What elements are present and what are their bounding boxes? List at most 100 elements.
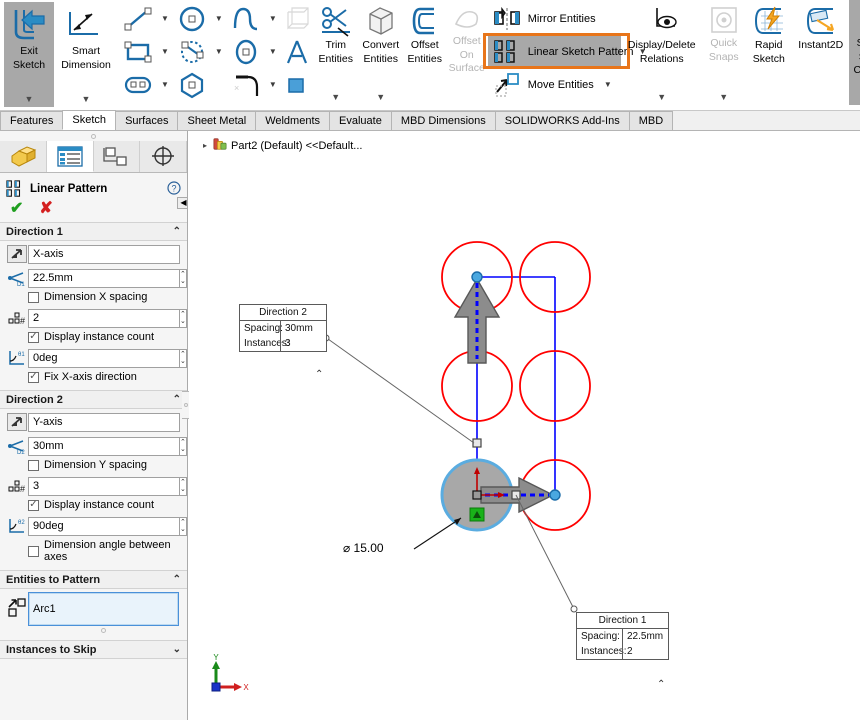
graphics-area[interactable]: ▸ Part2 (Default) <<Default... Y X ⌀ 15.… (189, 131, 860, 720)
entities-to-pattern-section-header[interactable]: Entities to Pattern ⌃ (0, 570, 187, 589)
direction1-spacing-input[interactable] (28, 268, 180, 288)
polygon-tool[interactable] (174, 70, 210, 100)
convert-entities-dropdown-caret[interactable]: ▼ (358, 92, 404, 102)
move-entities-button[interactable]: Move Entities ▼ (488, 68, 621, 101)
direction1-instances-stepper[interactable]: ⌃ ⌄ (180, 308, 187, 328)
ellipse-tool[interactable] (228, 37, 264, 67)
instant2d-button[interactable]: Instant2D (793, 0, 849, 105)
configuration-manager-tab[interactable] (94, 141, 141, 172)
smart-dimension-button[interactable]: Smart Dimension ▼ (54, 2, 118, 107)
direction1-dimension-spacing-row[interactable]: Dimension X spacing (0, 289, 187, 305)
pattern-top-endpoint-handle[interactable] (471, 271, 483, 283)
direction1-callout[interactable]: Direction 1 Spacing: 22.5mm Instances: 2 (576, 612, 669, 660)
direction1-angle-stepper[interactable]: ⌃ ⌄ (180, 348, 187, 368)
direction2-callout-chevron-icon[interactable]: ⌃ (315, 369, 323, 380)
shaded-sketch-contours-button[interactable]: Shaded Sketch Contours (848, 0, 860, 105)
cancel-button[interactable]: ✘ (39, 201, 52, 217)
line-tool[interactable] (120, 4, 156, 34)
direction2-instances-input[interactable] (28, 476, 180, 496)
entities-to-pattern-collapse-chevron-icon[interactable]: ⌃ (173, 574, 181, 585)
tab-solidworks-add-ins[interactable]: SOLIDWORKS Add-Ins (494, 111, 630, 130)
offset-entities-button[interactable]: Offset Entities (404, 0, 446, 105)
accept-button[interactable]: ✔ (10, 201, 23, 217)
direction2-angle-stepper[interactable]: ⌃ ⌄ (180, 516, 187, 536)
direction2-spacing-input[interactable] (28, 436, 180, 456)
tab-weldments[interactable]: Weldments (255, 111, 331, 130)
direction1-collapse-chevron-icon[interactable]: ⌃ (173, 226, 181, 237)
text-tool[interactable] (282, 37, 312, 67)
sketch-canvas[interactable]: Y X (189, 131, 860, 720)
slot-tool[interactable] (120, 70, 156, 100)
fillet-tool[interactable]: × (228, 70, 264, 100)
direction2-instances-stepper[interactable]: ⌃ ⌄ (180, 476, 187, 496)
direction1-callout-spacing-value[interactable]: 22.5mm (622, 629, 674, 644)
direction1-reverse-direction-button[interactable] (6, 244, 28, 264)
circle-tool-caret-icon[interactable]: ▼ (210, 14, 228, 23)
fillet-tool-caret-icon[interactable]: ▼ (264, 80, 282, 89)
ellipse-tool-caret-icon[interactable]: ▼ (264, 47, 282, 56)
help-icon[interactable]: ? (167, 180, 181, 198)
direction1-section-header[interactable]: Direction 1 ⌃ (0, 222, 187, 241)
grid-tool[interactable] (282, 4, 312, 34)
direction2-callout[interactable]: Direction 2 Spacing: 30mm Instances: 3 (239, 304, 327, 352)
direction1-callout-instances-value[interactable]: 2 (622, 644, 674, 659)
circle-tool[interactable] (174, 4, 210, 34)
direction1-axis-input[interactable] (28, 244, 180, 264)
arc-tool-caret-icon[interactable]: ▼ (210, 47, 228, 56)
panel-top-grip[interactable] (0, 131, 187, 141)
direction2-section-header[interactable]: Direction 2 ⌃ (0, 390, 187, 409)
instances-to-skip-expand-chevron-icon[interactable]: ⌄ (173, 644, 181, 655)
pm-nav-prev-button[interactable]: ◀ (177, 197, 187, 209)
direction2-dimension-spacing-checkbox[interactable] (28, 459, 39, 471)
instances-to-skip-section-header[interactable]: Instances to Skip ⌄ (0, 640, 187, 659)
tab-sheet-metal[interactable]: Sheet Metal (177, 111, 257, 130)
convert-entities-button[interactable]: Convert Entities ▼ (358, 0, 404, 105)
feature-manager-tab[interactable] (0, 141, 47, 172)
direction2-dimension-angle-checkbox[interactable] (28, 545, 39, 557)
rectangle-tool[interactable] (120, 37, 156, 67)
spline-tool[interactable] (228, 4, 264, 34)
direction2-dimension-angle-row[interactable]: Dimension angle between axes (0, 537, 187, 565)
display-delete-relations-dropdown-caret[interactable]: ▼ (621, 92, 703, 102)
line-tool-caret-icon[interactable]: ▼ (156, 14, 174, 23)
tab-mbd-dimensions[interactable]: MBD Dimensions (390, 111, 496, 130)
offset-on-surface-button[interactable]: Offset On Surface (446, 0, 488, 105)
linear-sketch-pattern-button[interactable]: Linear Sketch Pattern ▼ (487, 35, 646, 68)
direction1-display-instance-count-checkbox[interactable] (28, 331, 39, 343)
quick-snaps-dropdown-caret[interactable]: ▼ (703, 92, 745, 102)
direction1-fix-axis-row[interactable]: Fix X-axis direction (0, 369, 187, 385)
diameter-dimension-label[interactable]: ⌀ 15.00 (343, 541, 384, 555)
direction1-display-count-row[interactable]: Display instance count (0, 329, 187, 345)
direction2-reverse-direction-button[interactable] (6, 412, 28, 432)
direction1-angle-input[interactable] (28, 348, 180, 368)
exit-sketch-button[interactable]: Exit Sketch ▼ (4, 2, 54, 107)
pattern-right-endpoint-handle[interactable] (549, 489, 561, 501)
tab-mbd[interactable]: MBD (628, 111, 674, 130)
tab-features[interactable]: Features (0, 111, 64, 130)
direction2-callout-spacing-value[interactable]: 30mm (280, 321, 332, 336)
rectangle-tool-caret-icon[interactable]: ▼ (156, 47, 174, 56)
entities-to-pattern-grip[interactable] (28, 626, 179, 635)
trim-entities-dropdown-caret[interactable]: ▼ (314, 92, 358, 102)
direction2-display-count-row[interactable]: Display instance count (0, 497, 187, 513)
dimxpert-manager-tab[interactable]: ◀ ▶ (140, 141, 187, 209)
direction2-callout-instances-value[interactable]: 3 (280, 336, 332, 351)
direction2-callout-anchor-handle[interactable] (472, 438, 482, 448)
arc-tool[interactable] (174, 37, 210, 67)
tab-sketch[interactable]: Sketch (62, 110, 117, 130)
property-manager-tab[interactable] (46, 141, 94, 172)
direction1-instances-input[interactable] (28, 308, 180, 328)
direction1-dimension-spacing-checkbox[interactable] (28, 291, 39, 303)
mirror-entities-button[interactable]: Mirror Entities (488, 2, 621, 35)
rapid-sketch-button[interactable]: Rapid Sketch (745, 0, 793, 105)
slot-tool-caret-icon[interactable]: ▼ (156, 80, 174, 89)
tab-evaluate[interactable]: Evaluate (329, 111, 392, 130)
direction2-drag-arrow[interactable] (453, 277, 501, 364)
display-delete-relations-button[interactable]: Display/Delete Relations ▼ (621, 0, 703, 105)
direction1-spacing-stepper[interactable]: ⌃ ⌄ (180, 268, 187, 288)
quick-snaps-button[interactable]: Quick Snaps ▼ (703, 0, 745, 105)
move-entities-caret-icon[interactable]: ▼ (599, 80, 617, 89)
direction2-display-instance-count-checkbox[interactable] (28, 499, 39, 511)
exit-sketch-dropdown-caret[interactable]: ▼ (4, 94, 54, 104)
entities-to-pattern-input[interactable] (28, 592, 179, 626)
